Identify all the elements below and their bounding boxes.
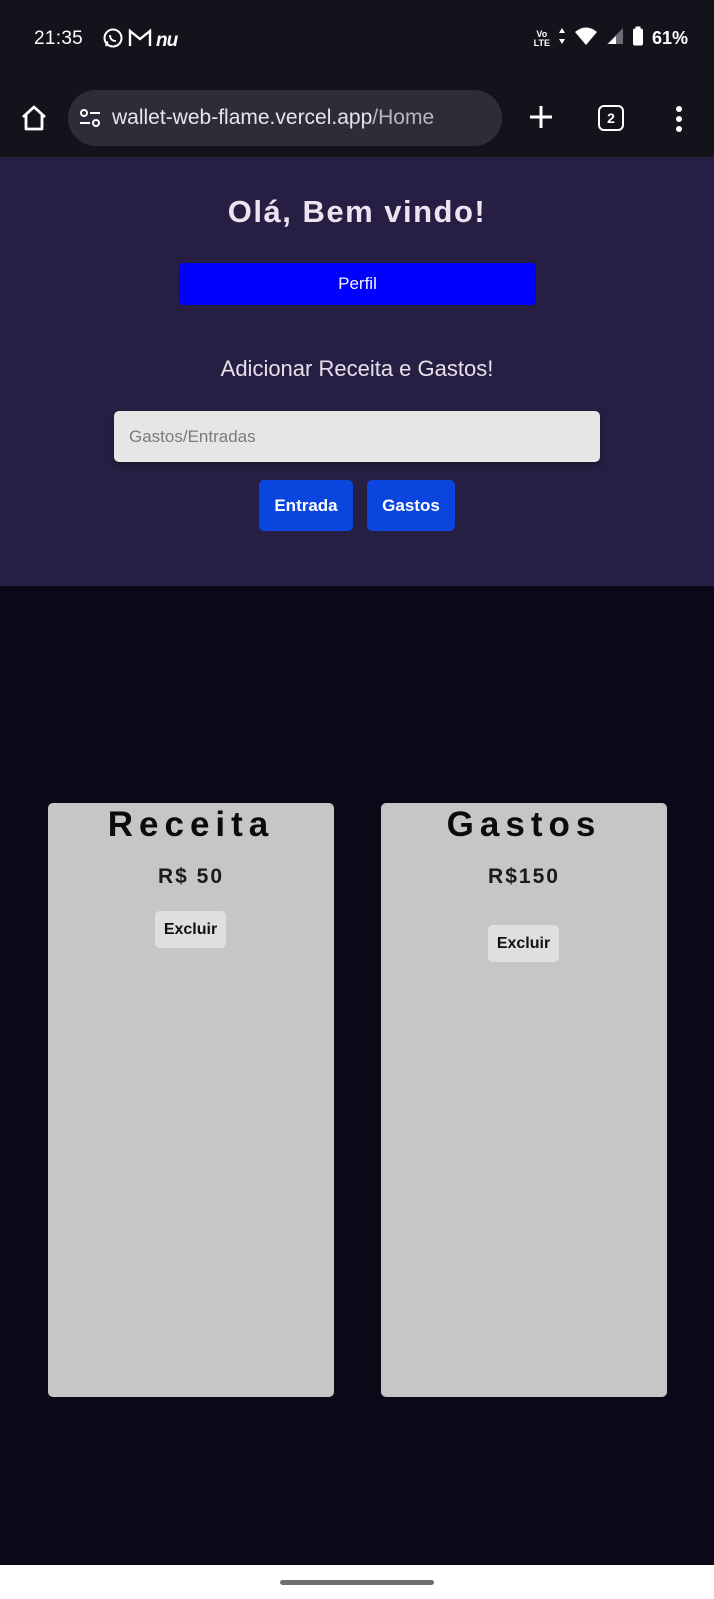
add-income-button[interactable]: Entrada: [259, 480, 353, 531]
volte-icon: Vo LTE: [533, 29, 550, 48]
income-amount: R$ 50: [157, 865, 225, 888]
add-expense-button[interactable]: Gastos: [367, 480, 455, 531]
battery-percent: 61%: [651, 28, 688, 48]
status-bar: 21:35 nu Vo LTE 61%: [0, 0, 714, 84]
add-heading: Adicionar Receita e Gastos!: [220, 356, 494, 381]
battery-icon: [632, 26, 644, 51]
gmail-icon: [128, 28, 152, 53]
hero-section: Olá, Bem vindo! Perfil Adicionar Receita…: [0, 158, 714, 586]
delete-expense-button[interactable]: Excluir: [488, 925, 559, 962]
browser-toolbar: wallet-web-flame.vercel.app/Home 2: [0, 84, 714, 158]
income-card-title: Receita: [107, 805, 275, 844]
url-text: wallet-web-flame.vercel.app/Home: [112, 106, 434, 130]
whatsapp-icon: [102, 27, 124, 54]
volte-bottom: LTE: [533, 37, 550, 48]
notification-icons: nu: [102, 27, 178, 54]
site-settings-icon[interactable]: [78, 106, 102, 130]
wifi-icon: [574, 26, 598, 51]
expense-card: Gastos R$150 Excluir: [381, 803, 667, 1397]
data-arrows-icon: [558, 27, 566, 50]
url-path: /Home: [372, 106, 435, 129]
more-menu-icon[interactable]: [671, 103, 687, 135]
home-icon[interactable]: [18, 102, 50, 134]
system-icons: Vo LTE 61%: [534, 26, 688, 51]
delete-income-button[interactable]: Excluir: [155, 911, 226, 948]
welcome-title: Olá, Bem vindo!: [227, 194, 487, 229]
status-time: 21:35: [34, 28, 84, 49]
home-gesture-handle[interactable]: [280, 1580, 434, 1585]
expense-card-title: Gastos: [446, 805, 602, 844]
url-host: wallet-web-flame.vercel.app: [112, 106, 373, 129]
tab-switcher-button[interactable]: 2: [598, 105, 624, 131]
new-tab-icon[interactable]: [526, 102, 556, 132]
amount-input[interactable]: [114, 411, 600, 462]
nubank-icon: nu: [156, 29, 178, 51]
expense-amount: R$150: [488, 865, 560, 888]
navigation-bar: [0, 1565, 714, 1599]
income-card: Receita R$ 50 Excluir: [48, 803, 334, 1397]
profile-button[interactable]: Perfil: [179, 263, 536, 305]
signal-icon: [606, 27, 624, 50]
url-bar[interactable]: wallet-web-flame.vercel.app/Home: [68, 90, 502, 146]
